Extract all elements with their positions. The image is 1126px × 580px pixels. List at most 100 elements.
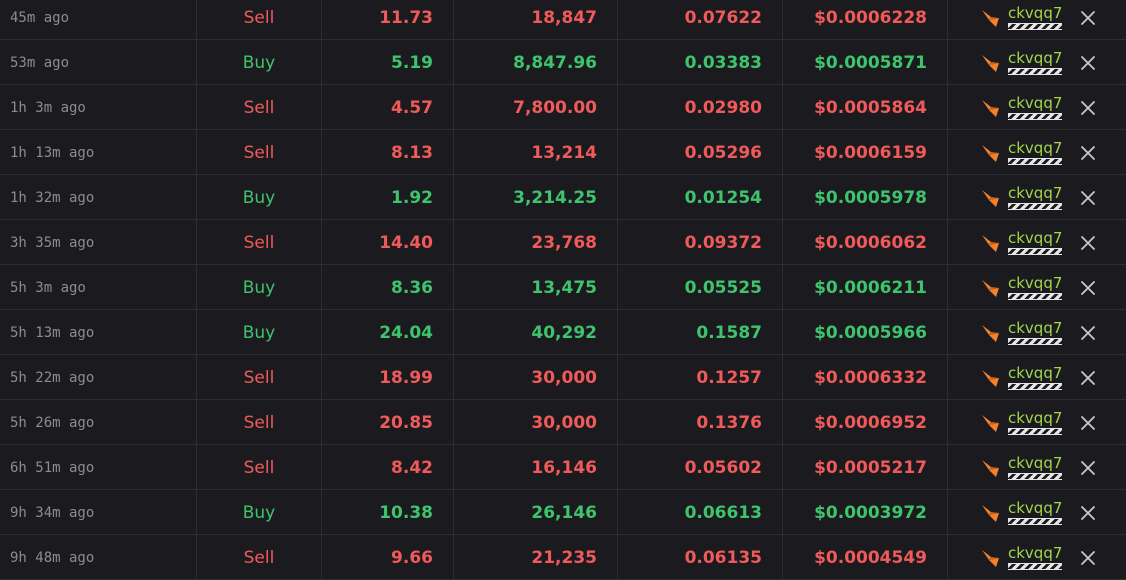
- close-icon[interactable]: [1080, 505, 1096, 521]
- close-icon[interactable]: [1080, 415, 1096, 431]
- maker-address[interactable]: ckvqq7: [1008, 230, 1062, 246]
- close-icon[interactable]: [1080, 325, 1096, 341]
- close-icon[interactable]: [1080, 280, 1096, 296]
- trade-usd: 1.92: [322, 175, 454, 220]
- close-icon[interactable]: [1080, 460, 1096, 476]
- maker-address[interactable]: ckvqq7: [1008, 95, 1062, 111]
- maker-address[interactable]: ckvqq7: [1008, 50, 1062, 66]
- trade-maker[interactable]: ckvqq7: [948, 265, 1126, 310]
- trade-maker[interactable]: ckvqq7: [948, 175, 1126, 220]
- close-icon[interactable]: [1080, 235, 1096, 251]
- trade-type: Sell: [197, 535, 322, 580]
- maker-address[interactable]: ckvqq7: [1008, 500, 1062, 516]
- trade-sol: 0.05296: [618, 130, 783, 175]
- maker-wallet-icon: [982, 459, 999, 477]
- trade-type: Sell: [197, 220, 322, 265]
- maker-underline: [1008, 23, 1062, 30]
- trade-price: $0.0006211: [783, 265, 948, 310]
- trade-sol: 0.06135: [618, 535, 783, 580]
- trade-maker[interactable]: ckvqq7: [948, 490, 1126, 535]
- trade-type: Sell: [197, 85, 322, 130]
- table-row: 9h 48m ago Sell 9.66 21,235 0.06135 $0.0…: [0, 535, 1126, 580]
- trade-maker[interactable]: ckvqq7: [948, 445, 1126, 490]
- close-icon[interactable]: [1080, 550, 1096, 566]
- maker-address[interactable]: ckvqq7: [1008, 545, 1062, 561]
- trade-price: $0.0005871: [783, 40, 948, 85]
- trade-usd: 18.99: [322, 355, 454, 400]
- trade-sol: 0.05602: [618, 445, 783, 490]
- trade-tokens: 30,000: [454, 400, 618, 445]
- trade-usd: 5.19: [322, 40, 454, 85]
- maker-address[interactable]: ckvqq7: [1008, 410, 1062, 426]
- trade-sol: 0.06613: [618, 490, 783, 535]
- table-row: 1h 3m ago Sell 4.57 7,800.00 0.02980 $0.…: [0, 85, 1126, 130]
- trade-maker[interactable]: ckvqq7: [948, 220, 1126, 265]
- trade-type: Buy: [197, 265, 322, 310]
- table-row: 3h 35m ago Sell 14.40 23,768 0.09372 $0.…: [0, 220, 1126, 265]
- maker-underline: [1008, 68, 1062, 75]
- trade-maker[interactable]: ckvqq7: [948, 355, 1126, 400]
- trade-maker[interactable]: ckvqq7: [948, 400, 1126, 445]
- trade-sol: 0.09372: [618, 220, 783, 265]
- trade-time: 9h 34m ago: [0, 490, 197, 535]
- trade-time: 5h 3m ago: [0, 265, 197, 310]
- maker-underline: [1008, 158, 1062, 165]
- maker-wallet-icon: [982, 324, 999, 342]
- trade-sol: 0.07622: [618, 0, 783, 40]
- maker-wallet-icon: [982, 9, 999, 27]
- maker-address[interactable]: ckvqq7: [1008, 275, 1062, 291]
- trade-sol: 0.1587: [618, 310, 783, 355]
- trade-tokens: 40,292: [454, 310, 618, 355]
- close-icon[interactable]: [1080, 100, 1096, 116]
- trade-maker[interactable]: ckvqq7: [948, 535, 1126, 580]
- trade-usd: 4.57: [322, 85, 454, 130]
- trade-tokens: 30,000: [454, 355, 618, 400]
- trade-price: $0.0006159: [783, 130, 948, 175]
- trade-usd: 10.38: [322, 490, 454, 535]
- maker-address[interactable]: ckvqq7: [1008, 140, 1062, 156]
- maker-underline: [1008, 248, 1062, 255]
- table-row: 45m ago Sell 11.73 18,847 0.07622 $0.000…: [0, 0, 1126, 40]
- trade-usd: 11.73: [322, 0, 454, 40]
- close-icon[interactable]: [1080, 145, 1096, 161]
- close-icon[interactable]: [1080, 10, 1096, 26]
- trade-price: $0.0004549: [783, 535, 948, 580]
- close-icon[interactable]: [1080, 190, 1096, 206]
- maker-address[interactable]: ckvqq7: [1008, 185, 1062, 201]
- trade-sol: 0.03383: [618, 40, 783, 85]
- table-row: 53m ago Buy 5.19 8,847.96 0.03383 $0.000…: [0, 40, 1126, 85]
- maker-address[interactable]: ckvqq7: [1008, 455, 1062, 471]
- maker-address[interactable]: ckvqq7: [1008, 365, 1062, 381]
- table-row: 5h 26m ago Sell 20.85 30,000 0.1376 $0.0…: [0, 400, 1126, 445]
- trade-type: Buy: [197, 175, 322, 220]
- maker-wallet-icon: [982, 99, 999, 117]
- trade-sol: 0.1376: [618, 400, 783, 445]
- table-row: 6h 51m ago Sell 8.42 16,146 0.05602 $0.0…: [0, 445, 1126, 490]
- trade-type: Buy: [197, 310, 322, 355]
- trade-tokens: 18,847: [454, 0, 618, 40]
- close-icon[interactable]: [1080, 370, 1096, 386]
- trade-time: 6h 51m ago: [0, 445, 197, 490]
- trade-tokens: 23,768: [454, 220, 618, 265]
- trade-tokens: 7,800.00: [454, 85, 618, 130]
- maker-underline: [1008, 113, 1062, 120]
- maker-address[interactable]: ckvqq7: [1008, 5, 1062, 21]
- table-row: 1h 32m ago Buy 1.92 3,214.25 0.01254 $0.…: [0, 175, 1126, 220]
- trade-tokens: 26,146: [454, 490, 618, 535]
- maker-wallet-icon: [982, 54, 999, 72]
- trade-maker[interactable]: ckvqq7: [948, 0, 1126, 40]
- trade-maker[interactable]: ckvqq7: [948, 85, 1126, 130]
- trade-time: 45m ago: [0, 0, 197, 40]
- trade-maker[interactable]: ckvqq7: [948, 40, 1126, 85]
- trade-tokens: 8,847.96: [454, 40, 618, 85]
- trade-maker[interactable]: ckvqq7: [948, 130, 1126, 175]
- trade-maker[interactable]: ckvqq7: [948, 310, 1126, 355]
- maker-wallet-icon: [982, 369, 999, 387]
- trade-type: Sell: [197, 0, 322, 40]
- maker-address[interactable]: ckvqq7: [1008, 320, 1062, 336]
- trade-usd: 8.42: [322, 445, 454, 490]
- trade-price: $0.0003972: [783, 490, 948, 535]
- trade-time: 5h 22m ago: [0, 355, 197, 400]
- table-row: 1h 13m ago Sell 8.13 13,214 0.05296 $0.0…: [0, 130, 1126, 175]
- close-icon[interactable]: [1080, 55, 1096, 71]
